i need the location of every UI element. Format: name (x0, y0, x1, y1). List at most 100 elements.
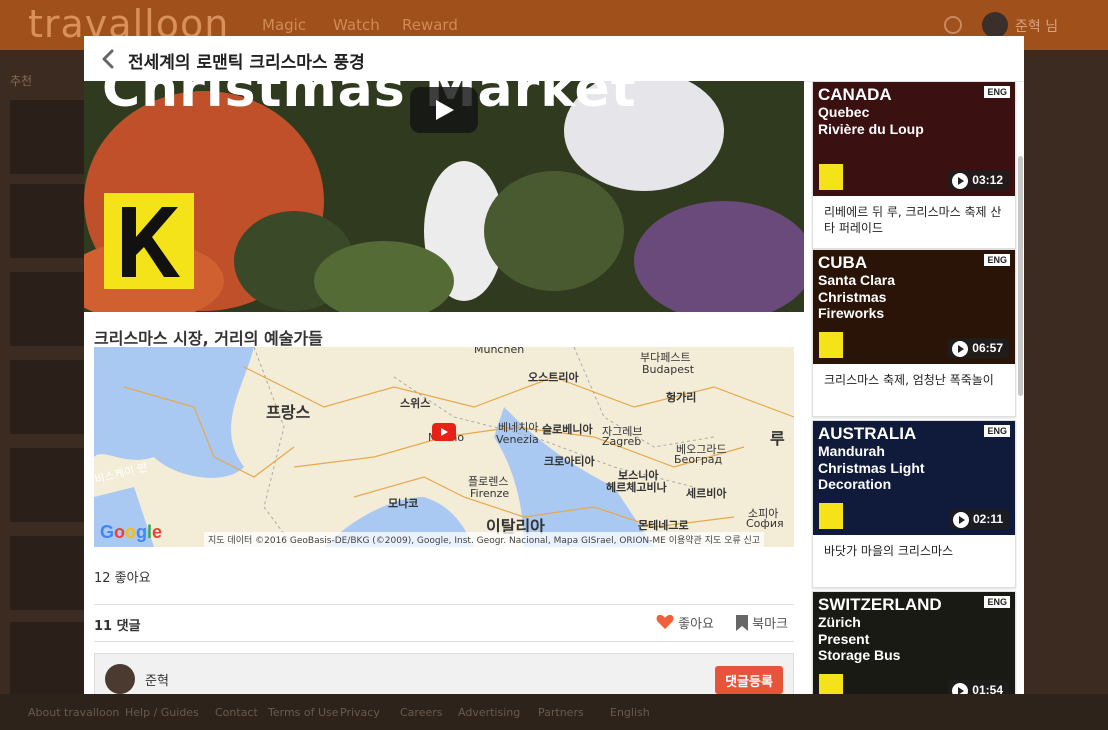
duration-text: 03:12 (972, 173, 1003, 187)
bookmark-button[interactable]: 북마크 (736, 613, 788, 632)
duration-badge: 06:57 (948, 338, 1009, 358)
duration-text: 01:54 (972, 683, 1003, 694)
map-label: 모나코 (388, 497, 419, 510)
play-icon (436, 100, 454, 120)
thumbnail-place: Mandurah (818, 442, 885, 459)
map-label: 스위스 (400, 397, 431, 410)
background-tile (10, 536, 84, 610)
search-icon[interactable] (944, 16, 962, 34)
thumbnail-event: Christmas Light Decoration (818, 459, 925, 493)
background-tile (10, 272, 84, 346)
footer-link[interactable]: Advertising (458, 706, 520, 719)
video-overlay-text: Christmas Market (102, 81, 637, 119)
duration-badge: 02:11 (948, 509, 1009, 529)
comment-form[interactable]: 준혁 댓글등록 (94, 653, 794, 694)
map-label: Venezia (496, 433, 539, 446)
section-title: 크리스마스 시장, 거리의 예술가들 (94, 329, 323, 348)
thumbnail-event: Rivière du Loup (818, 120, 924, 137)
thumbnail-event: Present Storage Bus (818, 630, 901, 664)
background-tile (10, 622, 84, 696)
video-thumbnail: CUBA Santa Clara Christmas Fireworks ENG 0… (813, 250, 1015, 364)
video-title: 크리스마스 축제, 엄청난 폭죽놀이 (824, 373, 994, 387)
footer-link[interactable]: Partners (538, 706, 584, 719)
related-video-card[interactable]: CUBA Santa Clara Christmas Fireworks ENG 0… (812, 249, 1016, 417)
footer-link[interactable]: English (610, 706, 650, 719)
background-tile (10, 448, 84, 522)
related-video-card[interactable]: CANADA Quebec Rivière du Loup ENG 03:12 리베… (812, 81, 1016, 249)
background-left-column: 추천 (0, 50, 84, 696)
related-videos-sidebar: CANADA Quebec Rivière du Loup ENG 03:12 리베… (811, 81, 1017, 694)
thumbnail-country: AUSTRALIA (818, 424, 917, 443)
map-label: 프랑스 (266, 403, 311, 422)
thumbnail-event: Christmas Fireworks (818, 288, 887, 322)
video-thumbnail: CANADA Quebec Rivière du Loup ENG 03:12 (813, 82, 1015, 196)
play-button[interactable] (410, 87, 478, 133)
thumbnail-place: Zürich (818, 613, 861, 630)
related-video-card[interactable]: AUSTRALIA Mandurah Christmas Light Decorat… (812, 420, 1016, 588)
thumbnail-text: CUBA Santa Clara Christmas Fireworks (818, 254, 895, 323)
thumbnail-country: SWITZERLAND (818, 595, 942, 614)
submit-comment-button[interactable]: 댓글등록 (715, 666, 783, 694)
map-label: 오스트리아 (528, 371, 579, 384)
channel-logo (819, 164, 843, 190)
map-label: 루 (770, 429, 785, 448)
video-player[interactable]: Christmas Market (84, 81, 804, 312)
main-content: Christmas Market 크리스마스 시장, 거리의 예술가들 프랑스 … (84, 81, 804, 694)
modal-header: 전세계의 로맨틱 크리스마스 풍경 (84, 36, 1024, 82)
avatar (105, 664, 135, 694)
footer-link[interactable]: Privacy (340, 706, 380, 719)
channel-logo (819, 503, 843, 529)
thumbnail-place: Quebec (818, 103, 870, 120)
nav-reward[interactable]: Reward (402, 16, 458, 34)
video-modal: 전세계의 로맨틱 크리스마스 풍경 Christmas Market 크리스마스… (84, 36, 1024, 694)
video-thumbnail: AUSTRALIA Mandurah Christmas Light Decorat… (813, 421, 1015, 535)
background-tile (10, 360, 84, 434)
language-badge: ENG (984, 596, 1010, 608)
thumbnail-place: Santa Clara (818, 271, 896, 288)
video-title: 바닷가 마을의 크리스마스 (824, 544, 954, 558)
user-avatar[interactable] (982, 12, 1008, 38)
video-title: 리베에르 뒤 루, 크리스마스 축제 산타 퍼레이드 (824, 205, 1002, 235)
language-badge: ENG (984, 425, 1010, 437)
map-label: София (746, 517, 784, 530)
related-video-card[interactable]: SWITZERLAND Zürich Present Storage Bus ENG… (812, 591, 1016, 694)
sidebar-scrollbar[interactable] (1018, 156, 1023, 396)
footer-link[interactable]: Contact (215, 706, 258, 719)
play-circle-icon (952, 512, 969, 528)
nav-watch[interactable]: Watch (333, 16, 380, 34)
bookmark-icon (736, 615, 748, 631)
chevron-left-icon[interactable] (98, 48, 120, 70)
map-label: 몬테네그로 (638, 519, 689, 532)
map-label: 슬로베니아 (542, 423, 593, 436)
divider (94, 641, 794, 642)
like-button[interactable]: 좋아요 (656, 613, 714, 632)
background-label: 추천 (10, 74, 33, 88)
language-badge: ENG (984, 254, 1010, 266)
play-circle-icon (952, 683, 969, 694)
map-label: Budapest (642, 363, 695, 376)
channel-logo (819, 674, 843, 694)
map[interactable]: 프랑스 스위스 Milano 베네치아 Venezia 오스트리아 Münche… (94, 347, 794, 547)
thumbnail-text: AUSTRALIA Mandurah Christmas Light Decorat… (818, 425, 925, 494)
map-label: 크로아티아 (544, 455, 595, 468)
footer-link[interactable]: Terms of Use (268, 706, 339, 719)
footer-link[interactable]: Careers (400, 706, 443, 719)
like-label: 좋아요 (678, 617, 715, 632)
duration-text: 02:11 (972, 512, 1003, 526)
duration-text: 06:57 (972, 341, 1003, 355)
duration-badge: 03:12 (948, 170, 1009, 190)
channel-logo (104, 193, 194, 289)
footer-link[interactable]: About travalloon (28, 706, 119, 719)
background-tile (10, 184, 84, 258)
nav-magic[interactable]: Magic (262, 16, 306, 34)
map-label: München (474, 347, 525, 356)
map-label: Firenze (470, 487, 510, 500)
language-badge: ENG (984, 86, 1010, 98)
footer-link[interactable]: Help / Guides (125, 706, 199, 719)
map-attribution[interactable]: 지도 데이터 ©2016 GeoBasis-DE/BKG (©2009), Go… (204, 532, 765, 547)
bookmark-label: 북마크 (752, 617, 789, 632)
map-label: 헝가리 (666, 391, 697, 404)
play-circle-icon (952, 173, 969, 189)
map-marker-icon[interactable] (432, 423, 456, 441)
user-name[interactable]: 준혁 님 (1015, 16, 1058, 36)
